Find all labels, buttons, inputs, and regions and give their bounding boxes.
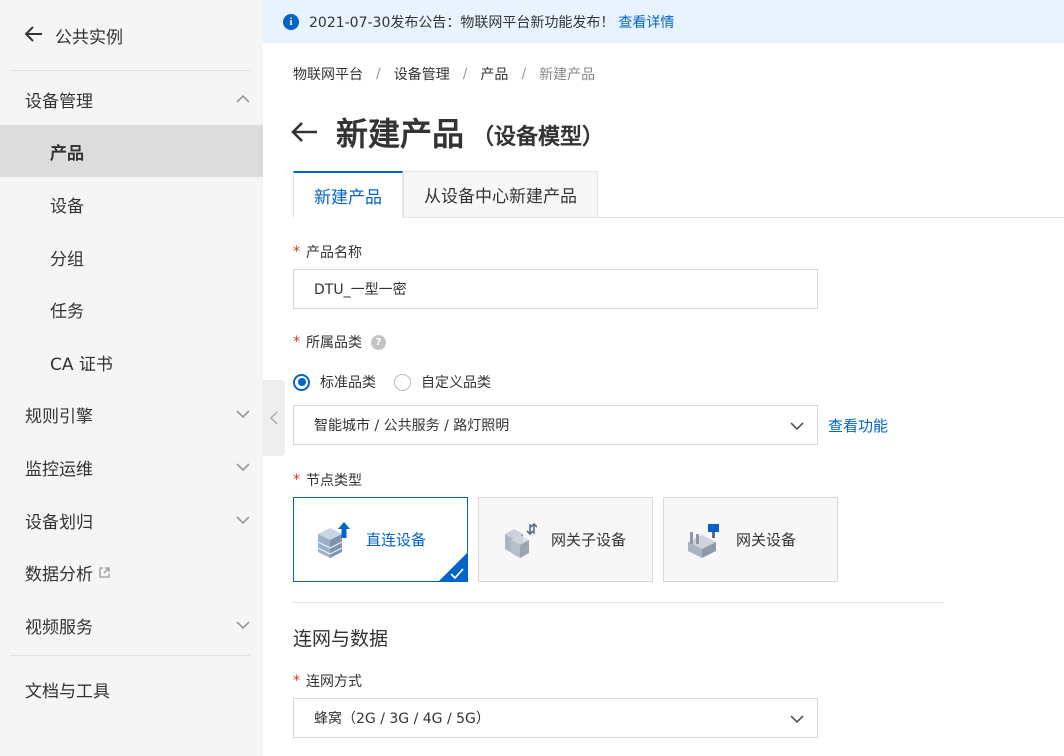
sidebar-item-label: 数据分析 — [25, 564, 93, 585]
category-select[interactable]: 智能城市 / 公共服务 / 路灯照明 — [293, 405, 818, 445]
sidebar-item-label: 设备 — [50, 196, 84, 217]
external-link-icon — [99, 566, 110, 578]
category-label: * 所属品类 ? — [293, 332, 386, 352]
category-radio-group: 标准品类 自定义品类 — [293, 372, 509, 392]
breadcrumb-separator: / — [462, 66, 468, 82]
sidebar-item-label: 文档与工具 — [25, 681, 110, 702]
sidebar-divider — [10, 655, 250, 656]
sidebar-item-group[interactable]: 分组 — [0, 231, 263, 283]
gateway-device-icon — [688, 523, 719, 558]
announcement-detail-link[interactable]: 查看详情 — [618, 12, 674, 32]
sidebar-item-label: 规则引擎 — [25, 406, 93, 427]
label-text: 产品名称 — [306, 245, 362, 261]
sidebar-item-device-management[interactable]: 设备管理 — [0, 73, 263, 125]
section-title-network: 连网与数据 — [293, 628, 389, 650]
node-type-direct-device[interactable]: 直连设备 — [293, 497, 468, 582]
page-subtitle: （设备模型） — [472, 125, 605, 150]
back-to-public-instance[interactable]: 公共实例 — [0, 0, 263, 70]
node-type-label: * 节点类型 — [293, 470, 362, 490]
back-label: 公共实例 — [55, 27, 123, 48]
card-label: 网关子设备 — [551, 531, 627, 549]
arrow-left-icon — [24, 23, 55, 47]
back-arrow-icon[interactable] — [290, 120, 320, 144]
direct-device-icon — [317, 521, 350, 558]
chevron-down-icon — [236, 516, 250, 525]
select-value: 智能城市 / 公共服务 / 路灯照明 — [314, 418, 510, 434]
required-mark: * — [293, 472, 300, 488]
gateway-subdevice-icon — [505, 522, 537, 558]
chevron-down-icon — [236, 621, 250, 630]
view-function-link[interactable]: 查看功能 — [828, 415, 888, 435]
sidebar-item-label: 设备管理 — [25, 91, 93, 112]
breadcrumb-current: 新建产品 — [539, 67, 596, 83]
breadcrumb-separator: / — [376, 66, 381, 82]
input-value: DTU_一型一密 — [314, 282, 407, 298]
breadcrumb-item[interactable]: 物联网平台 — [293, 64, 363, 84]
chevron-down-icon — [790, 715, 804, 724]
card-label: 直连设备 — [366, 531, 427, 549]
required-mark: * — [293, 334, 300, 350]
sidebar-item-rule-engine[interactable]: 规则引擎 — [0, 388, 263, 440]
sidebar-collapse-button[interactable] — [263, 380, 285, 456]
announcement-text: 2021-07-30发布公告：物联网平台新功能发布！ — [309, 14, 615, 31]
chevron-down-icon — [236, 410, 250, 419]
sidebar-item-ca-cert[interactable]: CA 证书 — [0, 336, 263, 388]
sidebar-item-label: 分组 — [50, 249, 84, 270]
radio-standard-category[interactable] — [293, 373, 310, 391]
tab-from-device-center[interactable]: 从设备中心新建产品 — [403, 171, 598, 218]
tab-new-product[interactable]: 新建产品 — [293, 171, 403, 218]
sidebar-item-product[interactable]: 产品 — [0, 125, 263, 177]
required-mark: * — [293, 244, 300, 260]
sidebar-item-label: 视频服务 — [25, 617, 93, 638]
page-header: 新建产品 （设备模型） — [290, 110, 604, 154]
sidebar-item-label: 监控运维 — [25, 459, 93, 480]
label-text: 节点类型 — [306, 473, 362, 489]
label-text: 所属品类 — [306, 335, 362, 351]
chevron-down-icon — [236, 463, 250, 472]
sidebar-item-docs-tools[interactable]: 文档与工具 — [0, 663, 263, 715]
network-method-label: * 连网方式 — [293, 671, 362, 691]
radio-label: 标准品类 — [320, 375, 376, 391]
breadcrumb-item[interactable]: 产品 — [480, 64, 508, 84]
breadcrumb: 物联网平台 / 设备管理 / 产品 / 新建产品 — [293, 64, 595, 84]
announcement-bar: i 2021-07-30发布公告：物联网平台新功能发布！ 查看详情 — [263, 0, 1064, 43]
required-mark: * — [293, 673, 300, 689]
info-icon: i — [283, 13, 299, 30]
sidebar-item-monitoring[interactable]: 监控运维 — [0, 441, 263, 493]
select-value: 蜂窝（2G / 3G / 4G / 5G） — [314, 711, 490, 727]
page-title: 新建产品 — [336, 115, 465, 153]
sidebar-item-video-service[interactable]: 视频服务 — [0, 599, 263, 651]
sidebar: 公共实例 设备管理 产品 设备 分组 任务 CA 证书 规则引擎 监控运维 设备… — [0, 0, 263, 756]
breadcrumb-separator: / — [521, 66, 527, 82]
node-type-gateway-device[interactable]: 网关设备 — [663, 497, 838, 582]
checkmark-corner-icon — [439, 553, 467, 581]
product-name-input[interactable]: DTU_一型一密 — [293, 269, 818, 309]
chevron-down-icon — [790, 422, 804, 431]
node-type-gateway-subdevice[interactable]: 网关子设备 — [478, 497, 653, 582]
radio-label: 自定义品类 — [421, 375, 491, 391]
chevron-up-icon — [236, 94, 250, 103]
tab-bar: 新建产品 从设备中心新建产品 — [293, 171, 598, 218]
sidebar-item-label: CA 证书 — [50, 354, 113, 375]
network-method-select[interactable]: 蜂窝（2G / 3G / 4G / 5G） — [293, 698, 818, 738]
help-icon[interactable]: ? — [371, 334, 386, 350]
sidebar-item-data-analysis[interactable]: 数据分析 — [0, 546, 263, 598]
sidebar-item-label: 产品 — [50, 143, 84, 164]
sidebar-item-task[interactable]: 任务 — [0, 283, 263, 335]
sidebar-item-device[interactable]: 设备 — [0, 178, 263, 230]
breadcrumb-item[interactable]: 设备管理 — [394, 64, 450, 84]
chevron-left-icon — [269, 411, 278, 425]
sidebar-divider — [10, 70, 250, 71]
section-divider — [293, 602, 944, 603]
radio-custom-category[interactable] — [394, 373, 411, 391]
sidebar-item-label: 设备划归 — [25, 512, 93, 533]
card-label: 网关设备 — [736, 531, 797, 549]
sidebar-item-label: 任务 — [50, 301, 84, 322]
product-name-label: * 产品名称 — [293, 242, 362, 262]
sidebar-item-device-assignment[interactable]: 设备划归 — [0, 494, 263, 546]
label-text: 连网方式 — [306, 674, 362, 690]
